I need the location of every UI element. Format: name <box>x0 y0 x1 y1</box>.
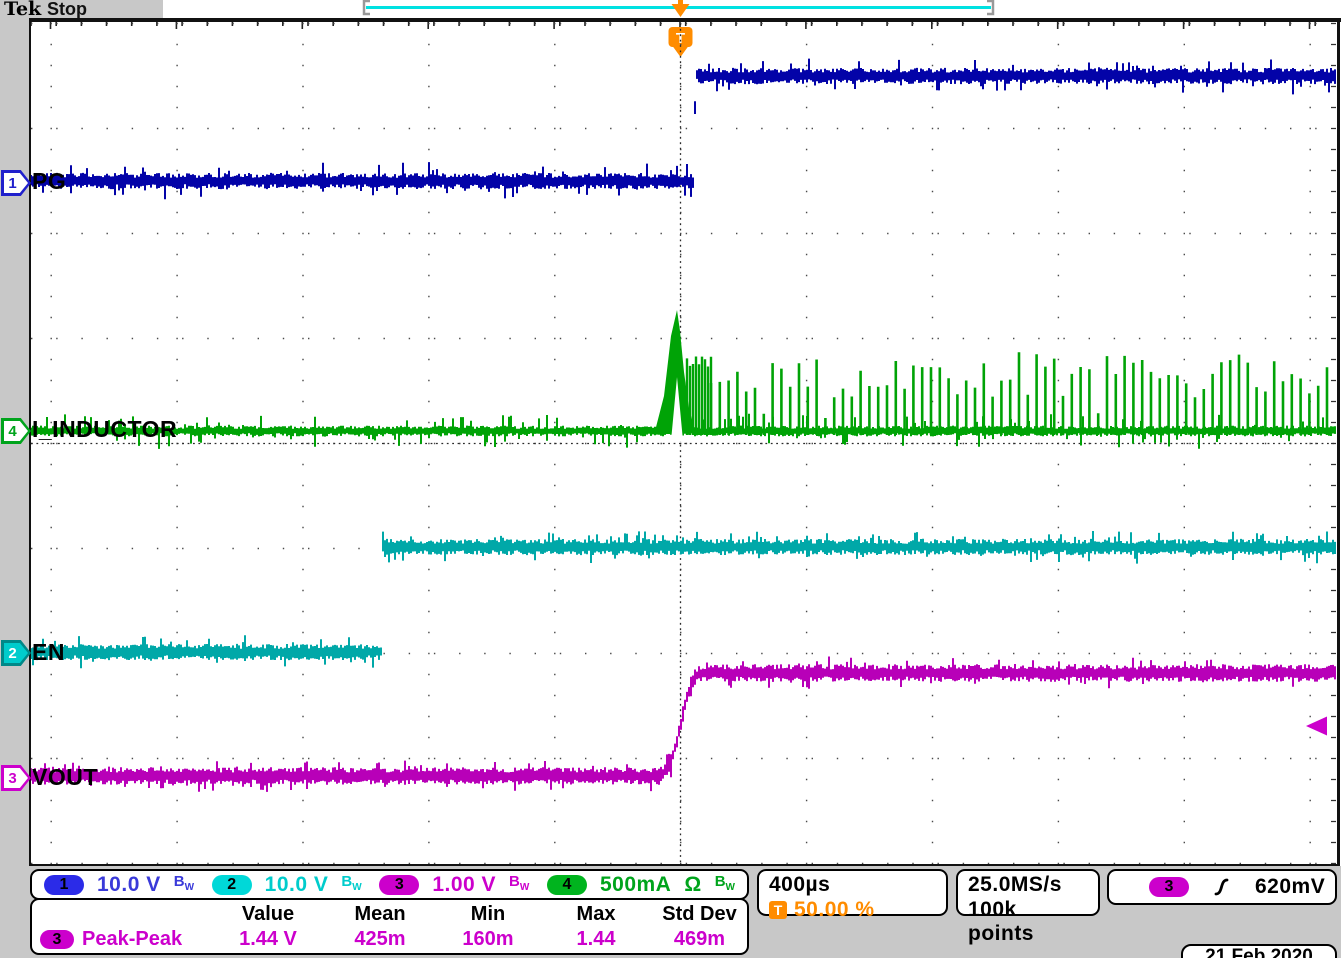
meas-mean: 425m <box>324 928 436 951</box>
datestamp-text: 21 Feb 2020 <box>1205 946 1313 958</box>
trigger-readout-box[interactable]: 3 620mV <box>1107 869 1337 905</box>
ch1-reference-marker[interactable]: 1 <box>1 170 31 196</box>
meas-stddev: 469m <box>652 928 747 951</box>
meas-header-mean: Mean <box>324 903 436 926</box>
ch3-readout[interactable]: 3 1.00 V BW <box>379 873 529 897</box>
meas-value: 1.44 V <box>212 928 324 951</box>
meas-header-max: Max <box>540 903 652 926</box>
meas-min: 160m <box>436 928 540 951</box>
waveform-label-pg: PG <box>32 168 66 195</box>
meas-header-value: Value <box>212 903 324 926</box>
waveform-ch3-vout <box>31 657 1335 792</box>
acq-status: Stop <box>47 0 87 20</box>
waveform-ch4-dense-switching <box>687 357 711 436</box>
waveform-label-i-inductor: I_INDUCTOR <box>32 416 177 443</box>
ch2-scale: 10.0 V <box>265 873 329 897</box>
sample-rate-readout: 25.0MS/s <box>968 873 1088 897</box>
waveform-ch2-en <box>31 531 1335 668</box>
trigger-position-marker-icon <box>672 4 690 17</box>
ch4-bandwidth-icon: BW <box>715 874 735 895</box>
ch1-pill: 1 <box>44 875 84 895</box>
tek-logo: Tek <box>4 0 41 20</box>
ch2-reference-marker[interactable]: 2 <box>1 640 31 666</box>
meas-max: 1.44 <box>540 928 652 951</box>
acquisition-readout-box[interactable]: 25.0MS/s 100k points <box>956 869 1100 916</box>
ch2-pill: 2 <box>212 875 252 895</box>
rising-edge-icon <box>1213 877 1231 897</box>
ch1-scale: 10.0 V <box>97 873 161 897</box>
meas-source-pill: 3 <box>40 930 74 949</box>
datestamp-box: 21 Feb 2020 <box>1181 944 1337 958</box>
trigger-level-arrow <box>1306 717 1327 736</box>
ch4-readout[interactable]: 4 500mA Ω BW <box>547 873 735 897</box>
trigger-level-readout: 620mV <box>1255 875 1325 899</box>
timebase-readout: 400µs <box>769 873 936 897</box>
ch2-readout[interactable]: 2 10.0 V BW <box>212 873 362 897</box>
trigger-position-icon: T <box>769 901 787 919</box>
meas-row-label: 3 Peak-Peak <box>32 928 212 951</box>
meas-header-stddev: Std Dev <box>652 903 747 926</box>
ch3-pill: 3 <box>379 875 419 895</box>
record-view-bar <box>29 18 1341 22</box>
graticule-canvas: T <box>0 0 1341 958</box>
ch4-impedance: Ω <box>684 873 701 897</box>
ch3-scale: 1.00 V <box>432 873 496 897</box>
oscilloscope-screen: T Tek Stop 1 4 2 3 PG I_INDUCTOR EN VOUT… <box>0 0 1341 958</box>
horizontal-readout-box[interactable]: 400µs T 50.00 % <box>757 869 948 916</box>
ch1-readout[interactable]: 1 10.0 V BW <box>44 873 194 897</box>
right-edge-ticks <box>1331 24 1336 864</box>
ch2-bandwidth-icon: BW <box>341 874 361 895</box>
ch4-scale: 500mA <box>600 873 671 897</box>
record-length-readout: 100k points <box>968 898 1088 946</box>
waveform-label-vout: VOUT <box>32 764 98 791</box>
waveform-label-en: EN <box>32 639 65 666</box>
meas-name: Peak-Peak <box>82 928 182 951</box>
ch4-pill: 4 <box>547 875 587 895</box>
ch1-bandwidth-icon: BW <box>174 874 194 895</box>
graticule-right-border <box>1337 18 1340 866</box>
ch4-reference-marker[interactable]: 4 <box>1 418 31 444</box>
channel-readout-box: 1 10.0 V BW 2 10.0 V BW 3 1.00 V BW 4 50… <box>30 869 749 900</box>
trigger-position-readout: 50.00 % <box>794 898 875 922</box>
ch3-reference-marker[interactable]: 3 <box>1 765 31 791</box>
measurement-box: Value Mean Min Max Std Dev 3 Peak-Peak 1… <box>30 898 749 955</box>
trigger-source-pill: 3 <box>1149 877 1189 897</box>
meas-header-min: Min <box>436 903 540 926</box>
graticule-bottom-border <box>29 864 1340 866</box>
ch3-bandwidth-icon: BW <box>509 874 529 895</box>
